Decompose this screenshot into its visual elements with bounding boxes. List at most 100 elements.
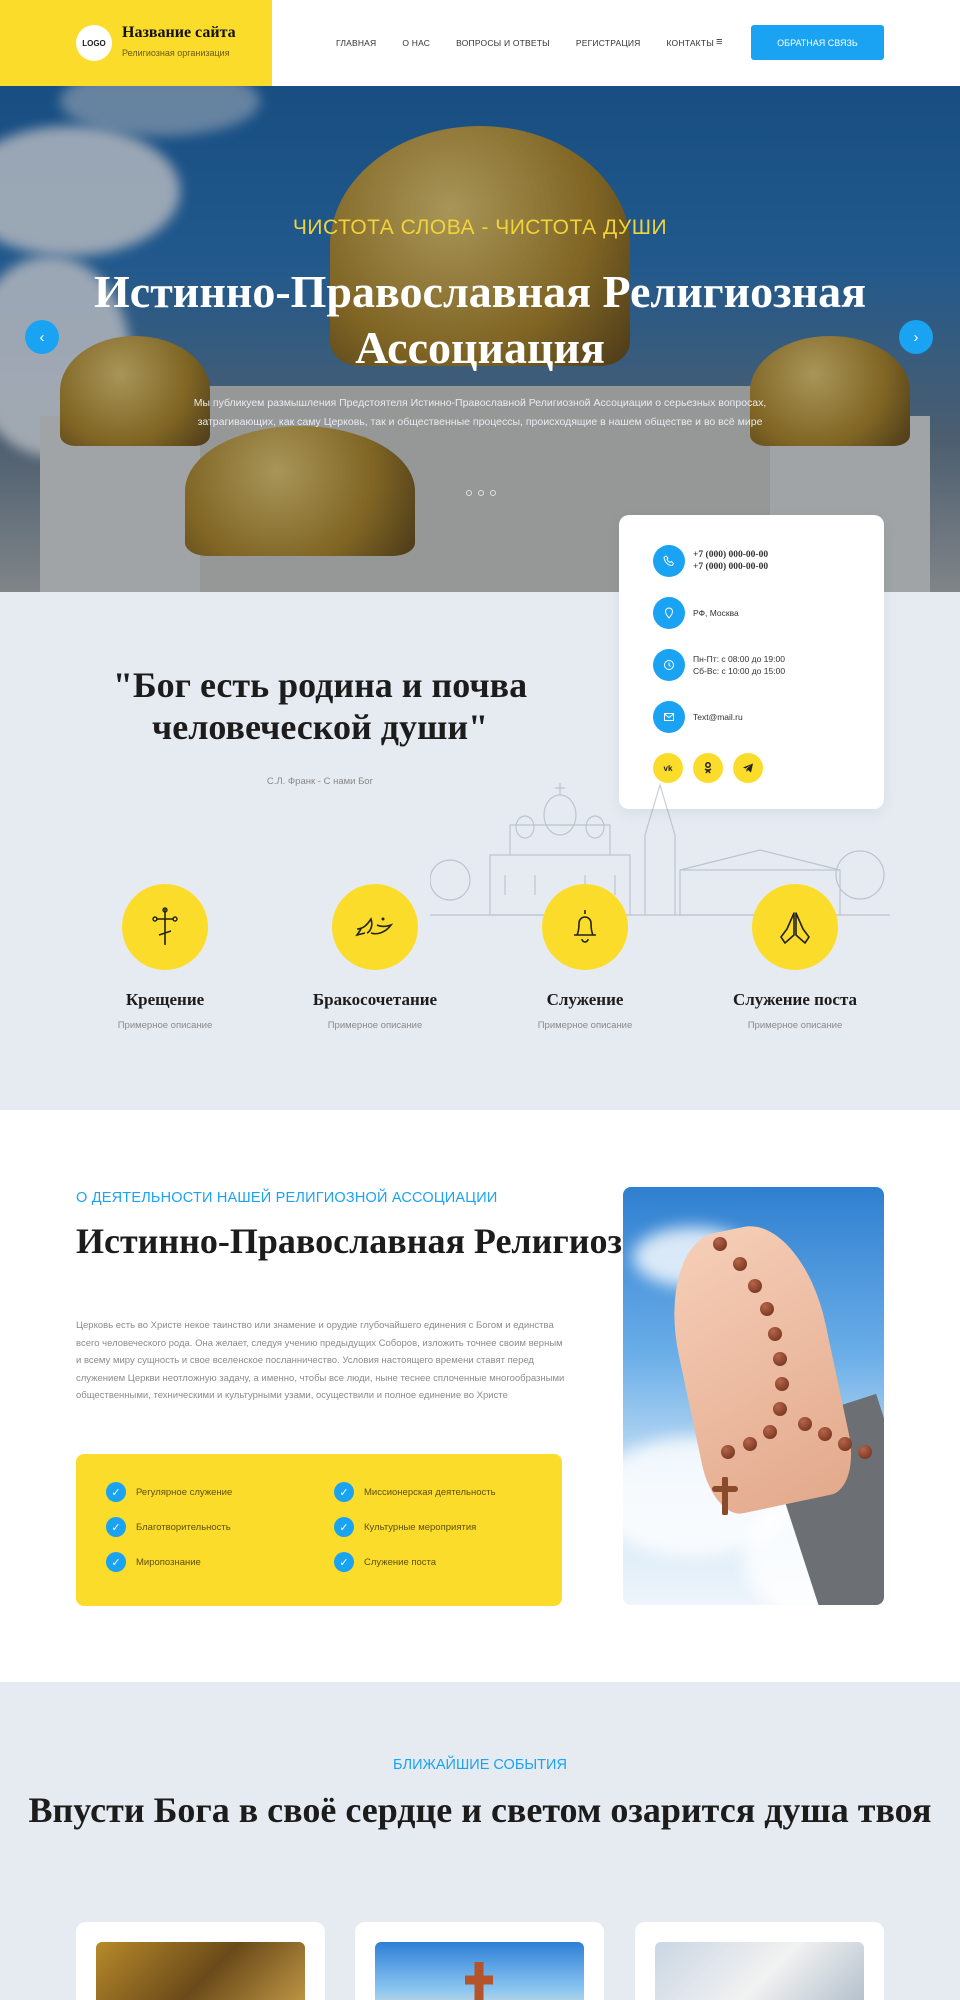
service-desc: Примерное описание (747, 1020, 843, 1031)
quote-text: "Бог есть родина и почва человеческой ду… (112, 665, 528, 747)
about-section: О ДЕЯТЕЛЬНОСТИ НАШЕЙ РЕЛИГИОЗНОЙ АССОЦИА… (0, 1110, 960, 1682)
service-title: Служение (546, 990, 624, 1009)
check-icon: ✓ (106, 1482, 126, 1502)
contact-email: Text@mail.ru (653, 701, 884, 733)
bead (775, 1377, 789, 1391)
nav-item-faq[interactable]: ВОПРОСЫ И ОТВЕТЫ (456, 38, 550, 48)
events-title: Впусти Бога в своё сердце и светом озари… (28, 1790, 932, 1830)
bead (763, 1425, 777, 1439)
feature-item: ✓ Культурные мероприятия (334, 1517, 476, 1537)
bead (733, 1257, 747, 1271)
contact-hours: Пн-Пт: с 08:00 до 19:00 Сб-Вс: с 10:00 д… (653, 649, 884, 681)
service-baptism[interactable]: Крещение Примерное описание (65, 884, 265, 1031)
slider-dot[interactable] (478, 490, 484, 496)
contact-card: +7 (000) 000-00-00 +7 (000) 000-00-00 РФ… (619, 515, 884, 809)
service-ministry[interactable]: Служение Примерное описание (485, 884, 685, 1031)
slider-dots (466, 490, 496, 496)
events-kicker: БЛИЖАЙШИЕ СОБЫТИЯ (393, 1757, 567, 1773)
service-title: Бракосочетание (312, 990, 438, 1009)
hero-description: Мы публикуем размышления Предстоятеля Ис… (193, 397, 767, 428)
phone-icon (653, 545, 685, 577)
logo[interactable]: LOGO (76, 25, 112, 61)
feature-item: ✓ Регулярное служение (106, 1482, 232, 1502)
check-icon: ✓ (334, 1517, 354, 1537)
event-image (96, 1942, 305, 2000)
bell-icon (542, 884, 628, 970)
site-title[interactable]: Название сайта (122, 24, 236, 42)
check-icon: ✓ (334, 1552, 354, 1572)
bead (838, 1437, 852, 1451)
nav-item-registration[interactable]: РЕГИСТРАЦИЯ (576, 38, 641, 48)
slider-prev-button[interactable]: ‹ (25, 320, 59, 354)
bead (748, 1279, 762, 1293)
clock-icon (653, 649, 685, 681)
hero-title: Истинно-Православная Религиозная Ассоциа… (94, 266, 866, 373)
feature-label: Служение поста (364, 1556, 437, 1568)
service-desc: Примерное описание (537, 1020, 633, 1031)
features-box: ✓ Регулярное служение ✓ Миссионерская деят… (76, 1454, 562, 1606)
bead (858, 1445, 872, 1459)
dove-icon (332, 884, 418, 970)
bead (798, 1417, 812, 1431)
event-card[interactable] (76, 1922, 325, 2000)
about-kicker: О ДЕЯТЕЛЬНОСТИ НАШЕЙ РЕЛИГИОЗНОЙ АССОЦИА… (76, 1190, 498, 1206)
phone-1[interactable]: +7 (000) 000-00-00 (693, 549, 768, 561)
slider-next-button[interactable]: › (899, 320, 933, 354)
service-title: Крещение (125, 990, 205, 1009)
main-nav: ГЛАВНАЯ О НАС ВОПРОСЫ И ОТВЕТЫ РЕГИСТРАЦ… (336, 38, 740, 48)
about-text: Церковь есть во Христе некое таинство ил… (76, 1320, 565, 1402)
address-text: РФ, Москва (693, 608, 739, 618)
location-icon (653, 597, 685, 629)
cross-icon (465, 1962, 493, 2000)
email-link[interactable]: Text@mail.ru (693, 711, 743, 723)
mail-icon (653, 701, 685, 733)
event-image (375, 1942, 584, 2000)
event-card[interactable] (355, 1922, 604, 2000)
feature-item: ✓ Благотворительность (106, 1517, 231, 1537)
bead (773, 1352, 787, 1366)
hours-weekdays: Пн-Пт: с 08:00 до 19:00 (693, 654, 785, 664)
menu-icon[interactable]: ≡ (716, 36, 722, 48)
slider-dot[interactable] (490, 490, 496, 496)
feature-label: Регулярное служение (136, 1486, 233, 1498)
phone-2[interactable]: +7 (000) 000-00-00 (693, 561, 768, 573)
wooden-cross-icon (712, 1477, 738, 1515)
bead (760, 1302, 774, 1316)
check-icon: ✓ (106, 1552, 126, 1572)
check-icon: ✓ (106, 1517, 126, 1537)
feature-label: Миссионерская деятельность (364, 1486, 496, 1498)
bead (773, 1402, 787, 1416)
nav-item-home[interactable]: ГЛАВНАЯ (336, 38, 376, 48)
prayer-beads-image (623, 1187, 884, 1605)
bead (713, 1237, 727, 1251)
praying-hands-icon (752, 884, 838, 970)
service-wedding[interactable]: Бракосочетание Примерное описание (275, 884, 475, 1031)
feature-item: ✓ Миссионерская деятельность (334, 1482, 496, 1502)
bead (721, 1445, 735, 1459)
contact-address: РФ, Москва (653, 597, 884, 629)
service-desc: Примерное описание (327, 1020, 423, 1031)
service-desc: Примерное описание (117, 1020, 213, 1031)
bead (743, 1437, 757, 1451)
cross-icon (122, 884, 208, 970)
site-subtitle: Религиозная организация (122, 48, 230, 58)
check-icon: ✓ (334, 1482, 354, 1502)
site-header: LOGO Название сайта Религиозная организа… (0, 0, 960, 86)
event-card[interactable] (635, 1922, 884, 2000)
nav-item-contacts[interactable]: КОНТАКТЫ (667, 38, 714, 48)
slider-dot[interactable] (466, 490, 472, 496)
bead (768, 1327, 782, 1341)
service-fasting[interactable]: Служение поста Примерное описание (695, 884, 895, 1031)
contact-phone: +7 (000) 000-00-00 +7 (000) 000-00-00 (653, 545, 884, 577)
feature-item: ✓ Миропознание (106, 1552, 201, 1572)
nav-item-about[interactable]: О НАС (402, 38, 430, 48)
service-title: Служение поста (732, 990, 858, 1009)
hero-kicker: ЧИСТОТА СЛОВА - ЧИСТОТА ДУШИ (292, 216, 668, 239)
feature-label: Благотворительность (136, 1521, 231, 1533)
event-image (655, 1942, 864, 2000)
logo-block[interactable]: LOGO Название сайта Религиозная организа… (0, 0, 272, 86)
bead (818, 1427, 832, 1441)
feature-item: ✓ Служение поста (334, 1552, 436, 1572)
callback-button[interactable]: ОБРАТНАЯ СВЯЗЬ (751, 25, 884, 60)
feature-label: Культурные мероприятия (364, 1521, 477, 1533)
